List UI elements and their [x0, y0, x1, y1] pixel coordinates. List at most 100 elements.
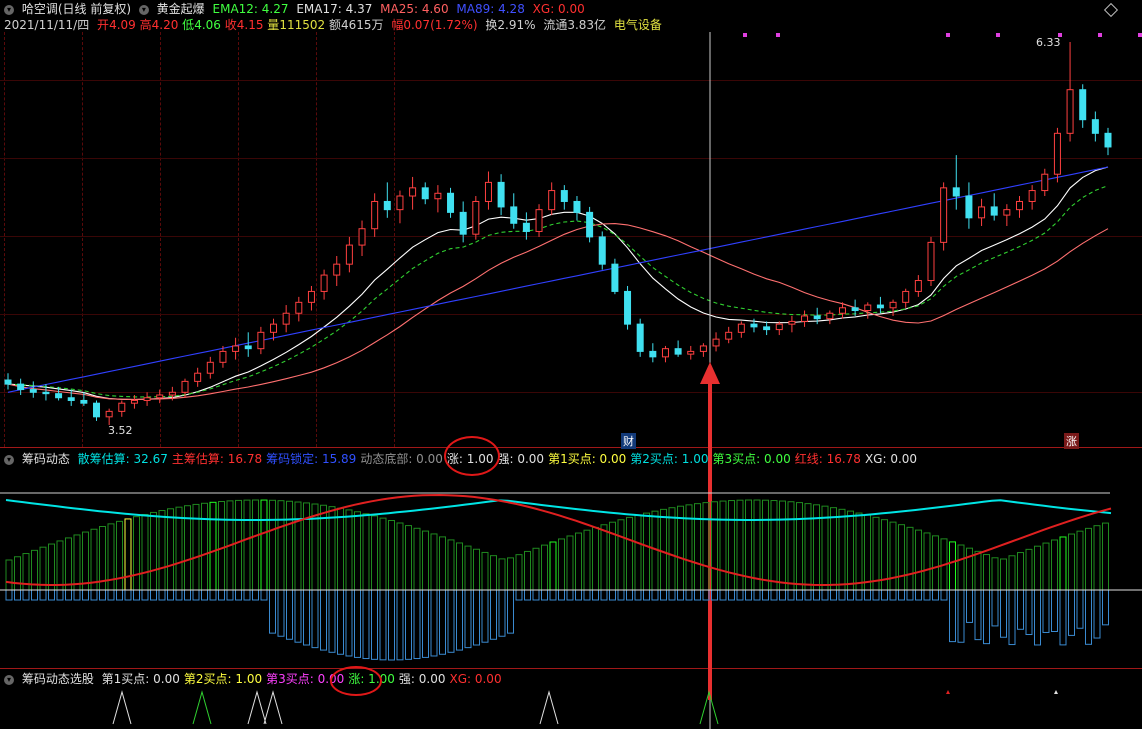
chip-bar-down [1017, 589, 1024, 630]
chip-bar-up [354, 511, 361, 591]
candle-body [914, 280, 922, 292]
chip-bar-up [1008, 555, 1016, 591]
chip-bar-up [175, 506, 183, 591]
chip-bar-down [209, 589, 217, 601]
candle-body [232, 345, 240, 352]
chip-bar-down [447, 589, 455, 653]
chart-canvas[interactable] [0, 0, 1142, 729]
chip-bar-up [371, 515, 378, 591]
panel3-menu-icon[interactable]: ▾ [4, 674, 14, 685]
candle-body [889, 301, 897, 309]
panel3-item: 强: 0.00 [398, 672, 446, 686]
chip-bar-up [915, 529, 922, 591]
chip-bar-down [481, 589, 489, 643]
candle-body [1041, 173, 1049, 192]
chip-bar-down [277, 589, 285, 637]
panel3-item: XG: 0.00 [449, 672, 502, 686]
min-price-label: 3.52 [108, 424, 133, 437]
chip-bar-up [583, 529, 591, 591]
chip-bar-down [167, 589, 174, 601]
chip-bar-down [422, 589, 429, 658]
chip-bar-down [192, 589, 200, 601]
candle-body [194, 372, 202, 382]
buy-signal-triangle [539, 690, 559, 725]
chip-bar-up [838, 508, 846, 591]
chip-bar-up [1059, 536, 1067, 591]
chip-bar-up [14, 556, 21, 591]
chip-bar-down [855, 589, 863, 601]
chip-bar-down [201, 589, 208, 601]
chip-bar-down [558, 589, 565, 601]
candle-body [1003, 209, 1011, 216]
candle-body [965, 195, 973, 219]
chip-bar-up [762, 499, 769, 591]
panel2-menu-icon[interactable]: ▾ [4, 454, 14, 465]
chip-bar-up [218, 501, 225, 591]
candle-body [307, 290, 315, 303]
panel2-item: 强: 0.00 [497, 452, 545, 466]
chip-bar-down [864, 589, 871, 601]
candle-body [661, 348, 669, 358]
chip-bar-down [243, 589, 251, 601]
panel2-title: 筹码动态 [21, 452, 70, 466]
chip-bar-up [779, 500, 786, 591]
chip-bar-down [694, 589, 701, 601]
candle-body [864, 304, 872, 312]
chip-bar-up [524, 550, 531, 591]
candle-body [130, 399, 138, 404]
chip-bar-down [1093, 589, 1101, 639]
candle-body [611, 263, 619, 292]
candle-body [990, 206, 998, 216]
chip-bar-up [1034, 545, 1041, 591]
chip-bar-down [1051, 589, 1058, 632]
chip-bar-down [736, 589, 744, 601]
candle-body [1053, 132, 1061, 175]
candle-body [737, 323, 745, 333]
chip-bar-up [498, 558, 506, 591]
chip-bar-up [728, 500, 735, 591]
chip-bar-down [388, 589, 395, 661]
candle-body [409, 187, 417, 197]
candle-body [421, 187, 429, 200]
chip-bar-down [847, 589, 854, 601]
chip-bar-up [719, 500, 727, 591]
chip-bar-down [1076, 589, 1084, 629]
chip-bar-up [90, 528, 98, 591]
chip-bar-up [116, 520, 123, 591]
candle-body [522, 222, 530, 232]
chip-bar-down [345, 589, 353, 657]
panel3-title: 筹码动态选股 [21, 672, 94, 686]
candle-body [813, 315, 821, 320]
candle-body [181, 380, 189, 393]
chip-bar-up [1102, 522, 1109, 591]
chip-bar-down [464, 589, 472, 649]
chip-bar-down [252, 589, 259, 601]
chip-bar-up [82, 531, 89, 591]
candle-body [168, 391, 176, 396]
chip-bar-down [745, 589, 752, 601]
top-signal-marker [1098, 33, 1102, 37]
chip-bar-up [923, 532, 931, 591]
chip-bar-up [447, 539, 455, 591]
chip-bar-down [303, 589, 310, 646]
chip-bar-down [473, 589, 480, 646]
chip-bar-down [524, 589, 531, 601]
candle-body [712, 338, 720, 347]
candle-body [788, 320, 796, 325]
candle-body [42, 391, 50, 395]
chip-bar-down [507, 589, 514, 634]
panel2-item: 动态底部: 0.00 [360, 452, 443, 466]
candle-body [434, 192, 442, 200]
chip-bar-down [719, 589, 727, 601]
chip-bar-up [558, 538, 565, 591]
chip-bar-down [1102, 589, 1109, 626]
candle-body [497, 181, 505, 208]
chip-bar-down [22, 589, 30, 601]
chip-bar-up [1000, 558, 1007, 591]
chip-bar-up [124, 518, 132, 591]
candle-body [978, 206, 986, 219]
candle-body [257, 331, 265, 350]
chip-bar-up [617, 519, 625, 591]
candle-body [699, 345, 707, 352]
top-signal-marker [776, 33, 780, 37]
